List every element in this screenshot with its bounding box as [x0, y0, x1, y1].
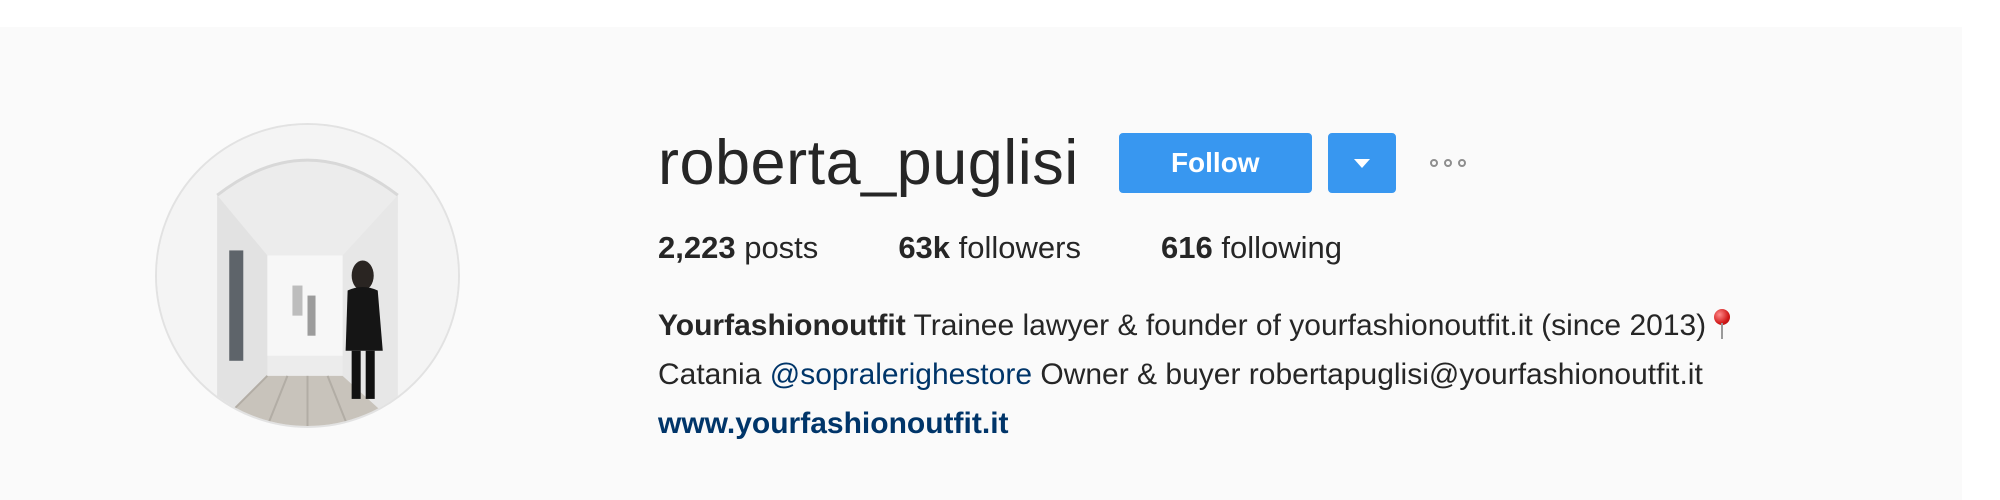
posts-count: 2,223 — [658, 230, 736, 265]
title-row: roberta_puglisi Follow — [658, 123, 1948, 203]
followers-stat[interactable]: 63k followers — [898, 230, 1081, 266]
following-label: following — [1221, 230, 1342, 265]
bio-text-1: Trainee lawyer & founder of yourfashiono… — [913, 309, 1707, 342]
username: roberta_puglisi — [658, 128, 1079, 198]
more-options-icon[interactable] — [1426, 143, 1470, 183]
avatar-photo — [157, 125, 458, 426]
website-link[interactable]: www.yourfashionoutfit.it — [658, 407, 1009, 440]
page: roberta_puglisi Follow 2,223 posts 63k f… — [0, 0, 2000, 500]
caret-down-icon — [1353, 158, 1370, 168]
profile-header: roberta_puglisi Follow 2,223 posts 63k f… — [0, 27, 1962, 500]
dot — [1429, 159, 1438, 167]
following-count: 616 — [1161, 230, 1213, 265]
follow-button[interactable]: Follow — [1118, 133, 1312, 193]
round-pushpin-icon — [1712, 309, 1732, 339]
bio-text-3: Owner & buyer robertapuglisi@yourfashion… — [1040, 358, 1703, 391]
followers-count: 63k — [898, 230, 951, 265]
avatar[interactable] — [155, 123, 460, 428]
following-stat[interactable]: 616 following — [1161, 230, 1342, 266]
bio-text-2: Catania — [658, 358, 762, 391]
bio: Yourfashionoutfit Trainee lawyer & found… — [658, 301, 1958, 448]
suggested-dropdown-button[interactable] — [1327, 133, 1396, 193]
posts-stat: 2,223 posts — [658, 230, 818, 266]
dot — [1443, 159, 1452, 167]
followers-label: followers — [958, 230, 1081, 265]
profile-stats: 2,223 posts 63k followers 616 following — [658, 223, 1948, 273]
bio-name: Yourfashionoutfit — [658, 309, 906, 342]
profile-info: roberta_puglisi Follow 2,223 posts 63k f… — [658, 123, 1948, 448]
bio-mention-link[interactable]: @sopralerighestore — [770, 358, 1032, 391]
posts-label: posts — [744, 230, 819, 265]
dot — [1457, 159, 1466, 167]
